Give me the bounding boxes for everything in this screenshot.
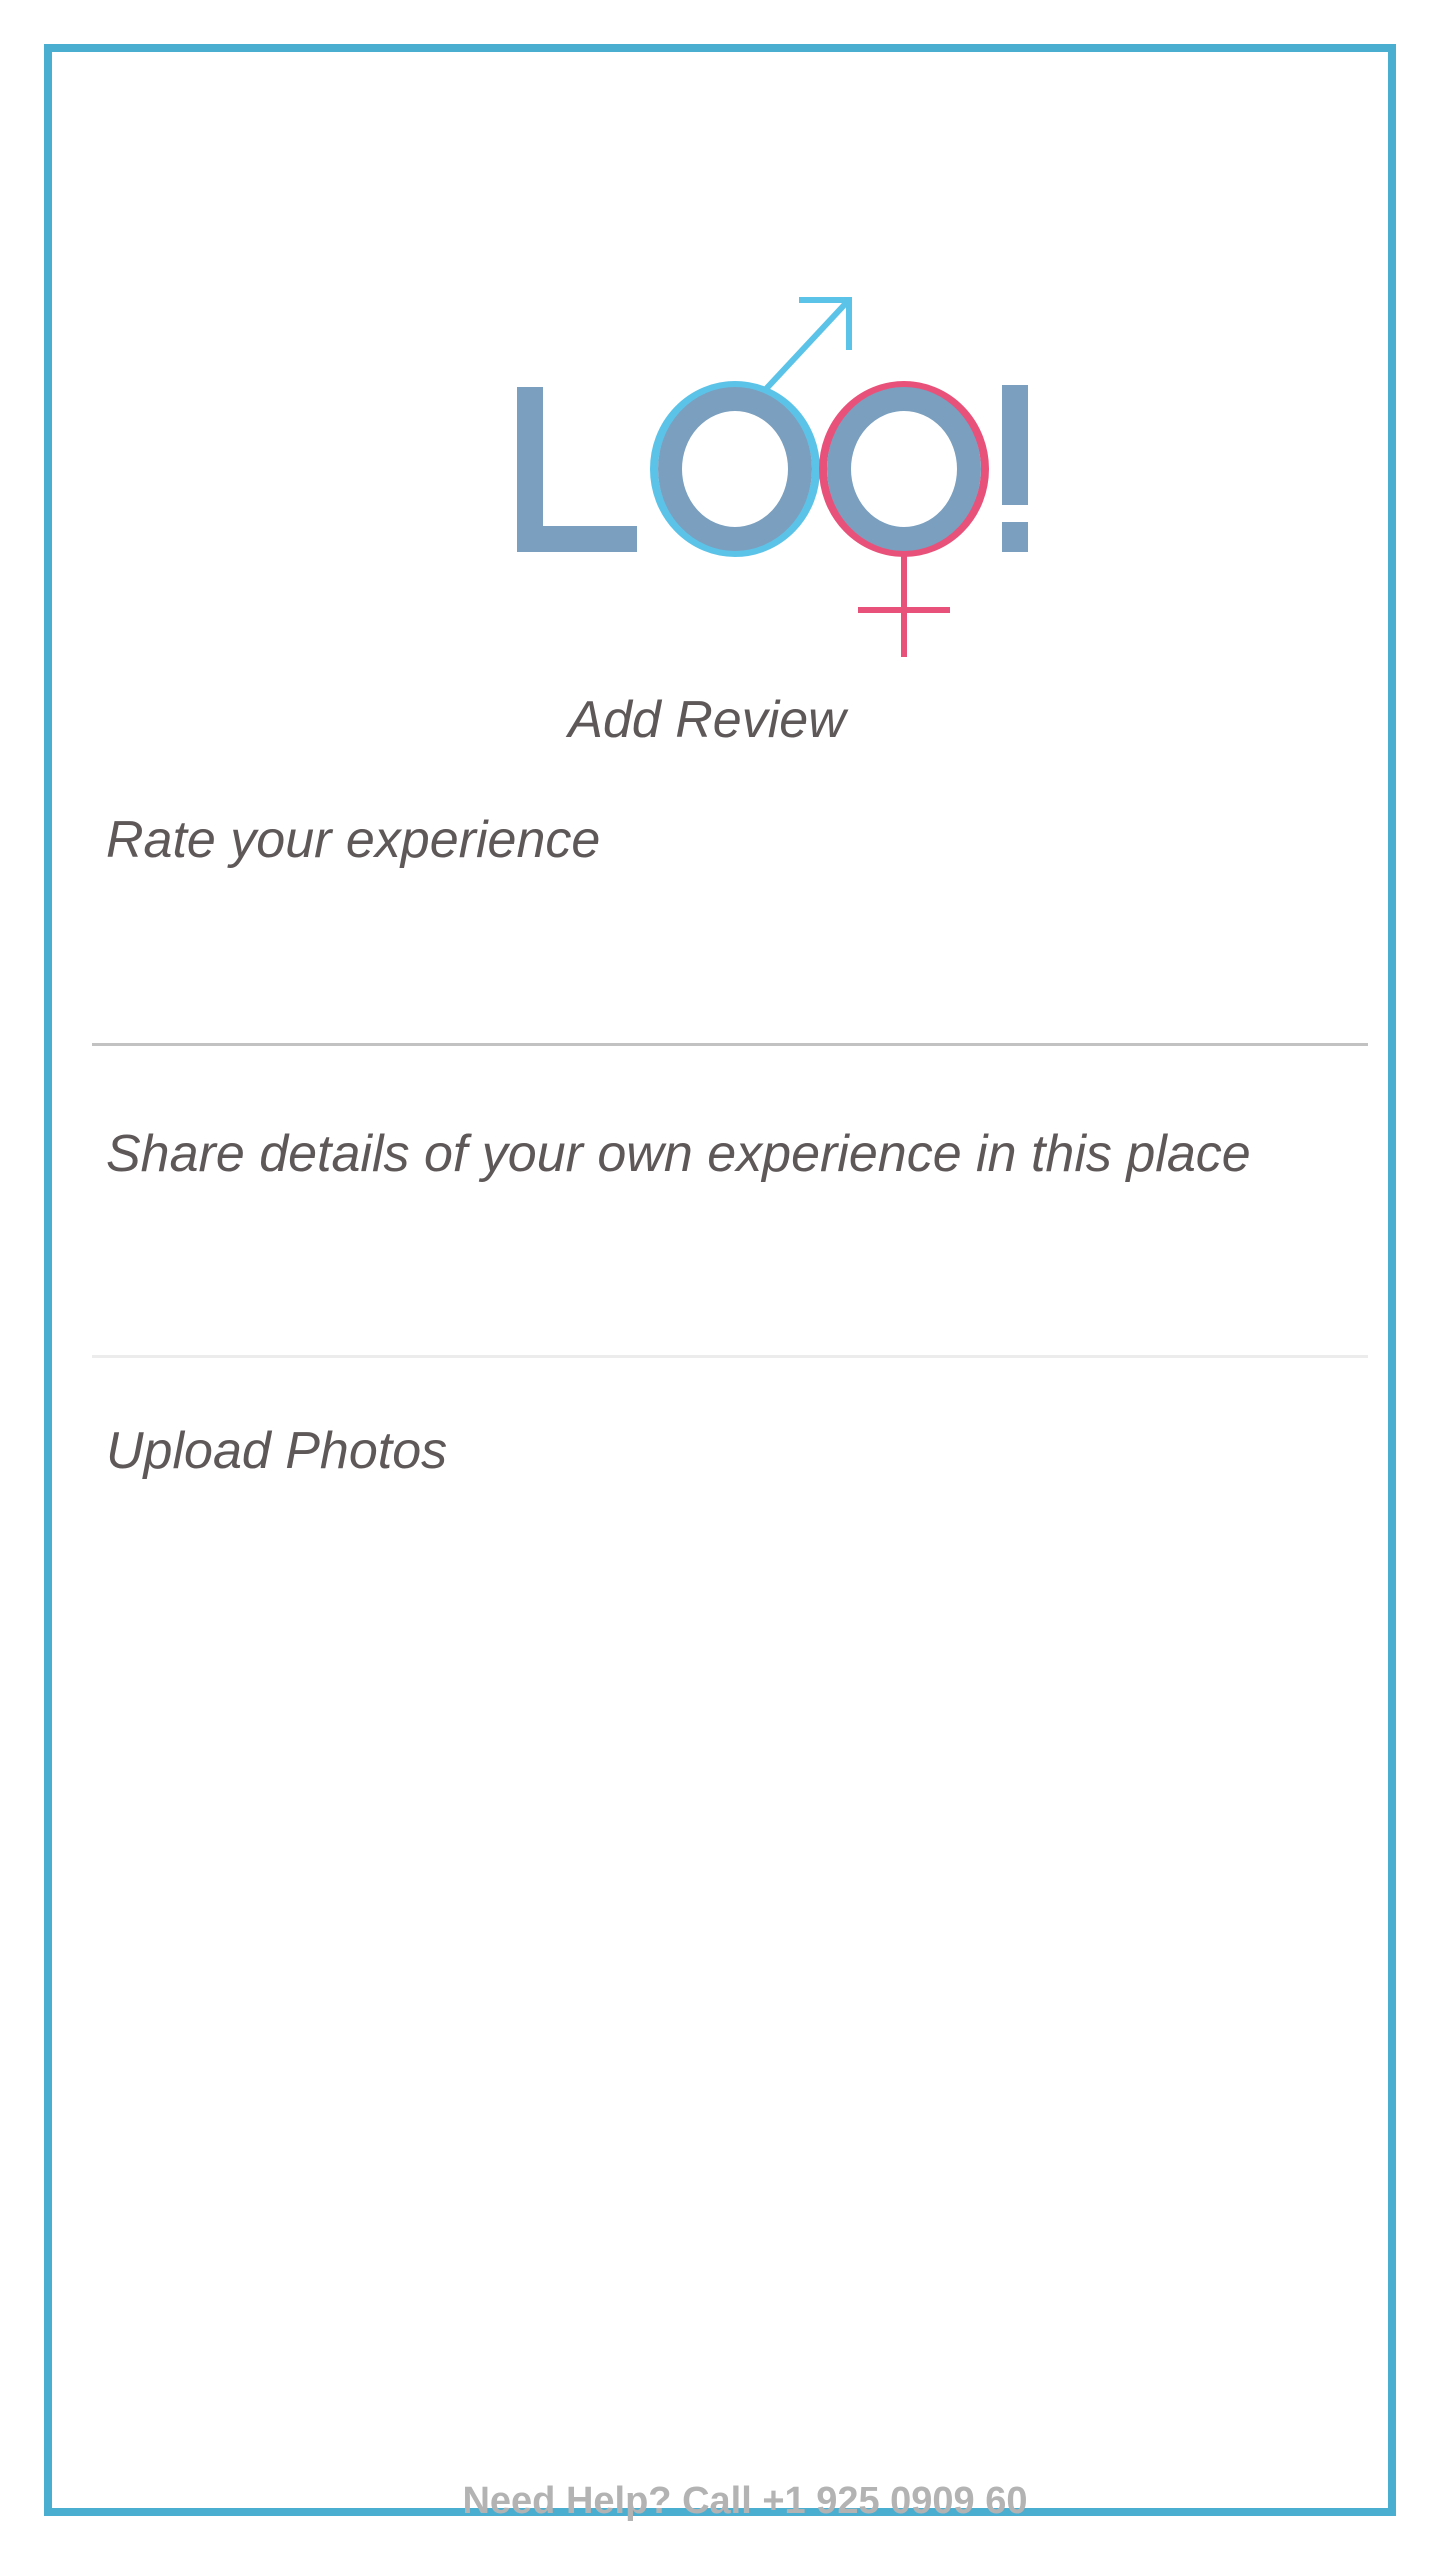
loo-logo-icon [517,297,1028,657]
divider [92,1043,1368,1046]
page-title: Add Review [568,691,846,749]
help-contact-text[interactable]: Need Help? Call +1 925 0909 60 [52,2476,1438,2526]
review-details-field[interactable] [92,1092,1364,1354]
rate-experience-label: Rate your experience [106,811,601,869]
rating-input[interactable] [92,892,1364,1042]
app-frame: Add Review Rate your experience Share de… [44,44,1396,2522]
upload-photos-area[interactable] [92,1392,1364,1642]
divider [92,1355,1368,1358]
